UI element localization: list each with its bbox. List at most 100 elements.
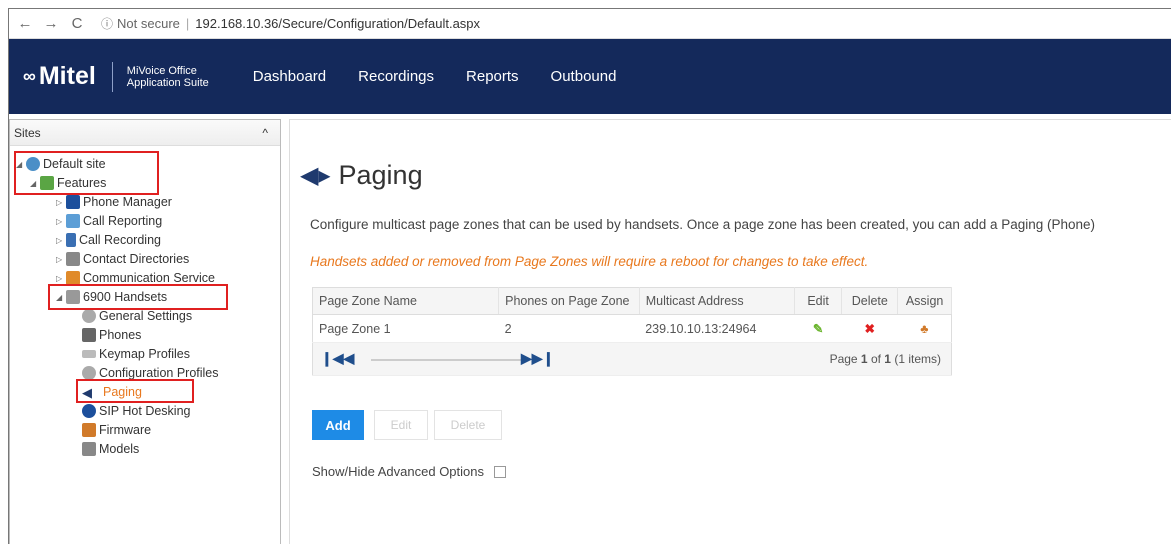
phone-manager-icon — [66, 195, 80, 209]
tree-label: Models — [99, 442, 140, 456]
brand-name: Mitel — [38, 62, 96, 90]
assign-icon[interactable]: ♣ — [897, 314, 952, 343]
chart-icon — [66, 214, 80, 228]
reboot-warning: Handsets added or removed from Page Zone… — [310, 254, 869, 269]
tree-label: General Settings — [99, 309, 193, 323]
tree-item-keymap-profiles[interactable]: Keymap Profiles — [82, 345, 190, 363]
first-page-icon[interactable]: ❙◀◀ — [321, 350, 354, 367]
add-button[interactable]: Add — [312, 410, 364, 440]
advanced-options-toggle[interactable]: Show/Hide Advanced Options — [312, 464, 506, 479]
table-row[interactable]: Page Zone 1 2 239.10.10.13:24964 ✎ ✖ ♣ — [312, 314, 952, 343]
highlight-box-paging — [76, 379, 194, 403]
app-header: ∞ Mitel MiVoice Office Application Suite… — [9, 39, 1171, 114]
collapse-icon[interactable]: ^ — [262, 126, 268, 140]
tree-label: Contact Directories — [83, 252, 190, 266]
collapsed-icon[interactable]: ▷ — [56, 255, 66, 264]
collapsed-icon[interactable]: ▷ — [56, 198, 66, 207]
pencil-icon[interactable]: ✎ — [794, 314, 842, 343]
delete-button[interactable]: Delete — [434, 410, 502, 440]
cell-zone-name: Page Zone 1 — [312, 314, 499, 343]
suite-line-1: MiVoice Office — [126, 64, 197, 77]
address-bar: ← → C ⓘ Not secure | 192.168.10.36/Secur… — [9, 9, 1171, 39]
table-header-row: Page Zone Name Phones on Page Zone Multi… — [312, 287, 952, 315]
page-title: ◀▸ Paging — [300, 160, 423, 191]
tree-label: SIP Hot Desking — [99, 404, 191, 418]
main-nav: Dashboard Recordings Reports Outbound — [253, 68, 649, 85]
advanced-options-label: Show/Hide Advanced Options — [312, 464, 484, 479]
page-label: Page — [829, 352, 861, 366]
info-icon[interactable]: ⓘ — [101, 15, 113, 32]
tree-label: Call Recording — [79, 233, 161, 247]
tree-item-call-reporting[interactable]: ▷ Call Reporting — [56, 212, 162, 230]
nav-recordings[interactable]: Recordings — [358, 68, 434, 85]
tree-item-call-recording[interactable]: ▷ Call Recording — [56, 231, 161, 249]
tree-label: Configuration Profiles — [99, 366, 219, 380]
main-content: ◀▸ Paging Configure multicast page zones… — [289, 119, 1171, 544]
phone-icon — [82, 328, 96, 342]
col-edit: Edit — [794, 287, 843, 315]
x-icon[interactable]: ✖ — [841, 314, 898, 343]
page-slider[interactable] — [371, 359, 521, 361]
nav-dashboard[interactable]: Dashboard — [253, 68, 326, 85]
sites-panel: Sites ^ ◢ Default site ◢ Features ▷ Phon… — [9, 119, 281, 544]
suite-name: MiVoice Office Application Suite — [127, 65, 209, 89]
desk-icon — [82, 404, 96, 418]
directory-icon — [66, 252, 80, 266]
last-page-icon[interactable]: ▶▶❙ — [521, 350, 554, 367]
mitel-logo-icon: ∞ — [23, 66, 36, 86]
highlight-box-default-site — [14, 151, 159, 195]
suite-line-2: Application Suite — [126, 76, 209, 89]
table-pager: ❙◀◀ ▶▶❙ Page 1 of 1 (1 items) — [312, 342, 952, 376]
reload-button[interactable]: C — [67, 15, 87, 32]
logo-divider — [111, 61, 113, 92]
waveform-icon — [66, 233, 76, 247]
page-info: Page 1 of 1 (1 items) — [830, 352, 941, 366]
nav-outbound[interactable]: Outbound — [551, 68, 617, 85]
gear-icon — [82, 366, 96, 380]
page-title-text: Paging — [338, 160, 423, 190]
megaphone-icon: ◀▸ — [300, 162, 331, 189]
tree-item-models[interactable]: Models — [82, 440, 139, 458]
cell-multicast-address: 239.10.10.13:24964 — [639, 314, 795, 343]
tree-item-phone-manager[interactable]: ▷ Phone Manager — [56, 193, 172, 211]
col-page-zone-name[interactable]: Page Zone Name — [312, 287, 500, 315]
tree-label: Call Reporting — [83, 214, 163, 228]
cell-phones-count: 2 — [498, 314, 640, 343]
highlight-box-6900-handsets — [48, 284, 228, 310]
edit-button[interactable]: Edit — [374, 410, 428, 440]
collapsed-icon[interactable]: ▷ — [56, 217, 66, 226]
total-pages: 1 — [884, 352, 891, 366]
tree-label: Phone Manager — [83, 195, 172, 209]
tree-item-sip-hot-desking[interactable]: SIP Hot Desking — [82, 402, 190, 420]
security-label: Not secure — [117, 16, 180, 31]
key-icon — [82, 350, 96, 358]
col-delete: Delete — [841, 287, 899, 315]
nav-reports[interactable]: Reports — [466, 68, 519, 85]
forward-button[interactable]: → — [41, 15, 61, 32]
firmware-icon — [82, 423, 96, 437]
sites-panel-header: Sites ^ — [10, 120, 280, 146]
tree-item-firmware[interactable]: Firmware — [82, 421, 151, 439]
tree-label: Phones — [99, 328, 142, 342]
tree-item-phones[interactable]: Phones — [82, 326, 141, 344]
people-icon — [66, 271, 80, 285]
col-phones-on-page-zone[interactable]: Phones on Page Zone — [498, 287, 640, 315]
tree-item-contact-directories[interactable]: ▷ Contact Directories — [56, 250, 189, 268]
collapsed-icon[interactable]: ▷ — [56, 274, 66, 283]
tree-label: Firmware — [99, 423, 152, 437]
back-button[interactable]: ← — [15, 15, 35, 32]
models-icon — [82, 442, 96, 456]
browser-window: ← → C ⓘ Not secure | 192.168.10.36/Secur… — [8, 8, 1171, 544]
tree-label: Communication Service — [83, 271, 215, 285]
of-label: of — [867, 352, 885, 366]
advanced-options-checkbox[interactable] — [494, 465, 506, 478]
collapsed-icon[interactable]: ▷ — [56, 236, 66, 245]
gear-icon — [82, 309, 96, 323]
page-description: Configure multicast page zones that can … — [310, 217, 1096, 232]
url-field[interactable]: 192.168.10.36/Secure/Configuration/Defau… — [195, 16, 480, 31]
current-page: 1 — [860, 352, 868, 366]
col-multicast-address[interactable]: Multicast Address — [639, 287, 795, 315]
brand-logo[interactable]: ∞ Mitel — [23, 62, 96, 91]
sites-title: Sites — [14, 125, 41, 140]
tree-label: Keymap Profiles — [99, 347, 191, 361]
